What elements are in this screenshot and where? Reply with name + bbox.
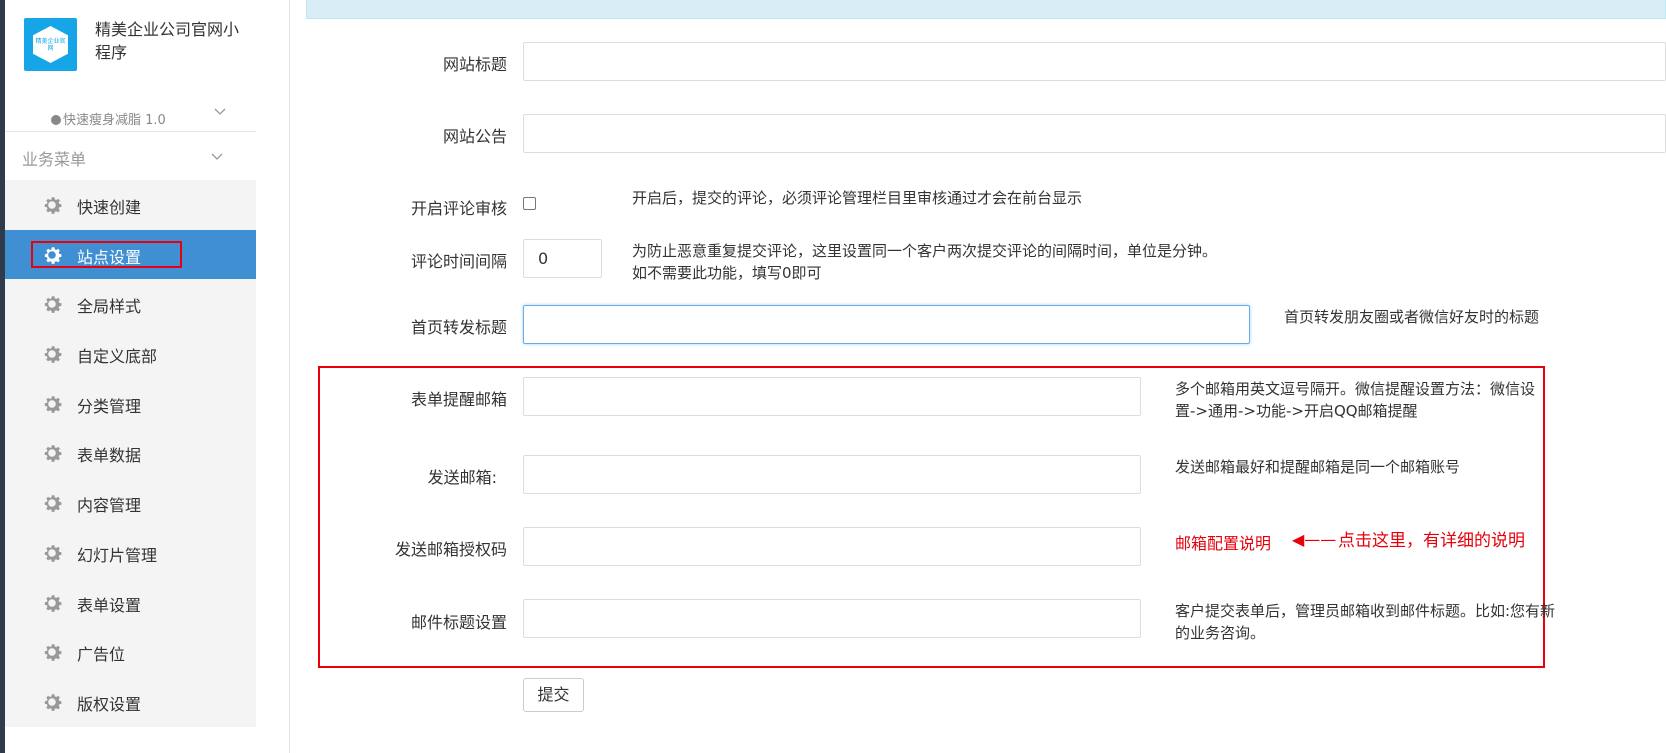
gear-icon <box>44 594 62 612</box>
sidebar-item-label: 分类管理 <box>77 396 142 416</box>
notify-email-label: 表单提醒邮箱 <box>410 390 507 409</box>
version-label: 快速瘦身减脂 1.0 <box>63 113 166 128</box>
gear-icon <box>44 495 62 513</box>
sidebar-item-content[interactable]: 内容管理 <box>5 478 256 528</box>
logo-hexagon-icon: 精美企业官网 <box>33 26 68 63</box>
comment-interval-label: 评论时间间隔 <box>410 252 507 271</box>
comment-review-checkbox[interactable] <box>523 197 536 210</box>
gear-icon <box>44 694 62 711</box>
gear-icon <box>44 346 62 363</box>
annotation-note: 点击这里，有详细的说明 <box>1338 531 1525 551</box>
comment-review-help: 开启后，提交的评论，必须评论管理栏目里审核通过才会在前台显示 <box>632 189 1083 207</box>
notify-email-input[interactable] <box>523 377 1141 416</box>
comment-interval-help-1: 为防止恶意重复提交评论，这里设置同一个客户两次提交评论的间隔时间，单位是分钟。 <box>632 242 1218 260</box>
gear-icon <box>44 396 62 413</box>
site-title-input[interactable] <box>523 42 1666 81</box>
content-divider <box>289 0 290 753</box>
gutter <box>256 0 289 753</box>
mail-subject-input[interactable] <box>523 599 1141 638</box>
auth-code-label: 发送邮箱授权码 <box>394 540 507 559</box>
sidebar-item-label: 广告位 <box>77 645 126 665</box>
sidebar-item-label: 自定义底部 <box>77 347 158 367</box>
annotation-arrow-icon: ◀—— <box>1292 530 1337 549</box>
sidebar-item-form-data[interactable]: 表单数据 <box>5 428 256 479</box>
sidebar-menu: 快速创建 站点设置 全局样式 自定义底部 分类管理 表单数据 内容管理 幻灯片管… <box>5 180 256 727</box>
share-title-label: 首页转发标题 <box>410 318 507 337</box>
sidebar-item-label: 站点设置 <box>77 247 142 267</box>
send-email-input[interactable] <box>523 455 1141 494</box>
gear-icon <box>44 445 62 463</box>
sidebar-item-site-settings[interactable]: 站点设置 <box>5 229 256 280</box>
comment-review-label: 开启评论审核 <box>410 199 507 218</box>
mail-subject-label: 邮件标题设置 <box>410 613 507 632</box>
send-email-help: 发送邮箱最好和提醒邮箱是同一个邮箱账号 <box>1175 458 1461 476</box>
send-email-label: 发送邮箱: <box>427 468 497 487</box>
sidebar-item-ads[interactable]: 广告位 <box>5 627 256 677</box>
chevron-down-icon[interactable] <box>214 108 226 116</box>
comment-interval-input[interactable]: 0 <box>523 239 602 278</box>
sidebar-item-quick-create[interactable]: 快速创建 <box>5 180 256 230</box>
sidebar-item-label: 版权设置 <box>77 694 142 714</box>
gear-icon <box>44 545 62 562</box>
site-notice-label: 网站公告 <box>442 127 507 146</box>
sidebar-item-label: 全局样式 <box>77 297 142 317</box>
notify-email-help-2: 置->通用->功能->开启QQ邮箱提醒 <box>1175 402 1418 420</box>
gear-icon <box>44 246 62 264</box>
comment-interval-help-2: 如不需要此功能，填写0即可 <box>632 264 822 282</box>
site-title-label: 网站标题 <box>442 55 507 74</box>
notify-email-help-1: 多个邮箱用英文逗号隔开。微信提醒设置方法：微信设 <box>1175 380 1536 398</box>
submit-button[interactable]: 提交 <box>523 678 584 712</box>
gear-icon <box>44 296 62 314</box>
site-notice-input[interactable] <box>523 114 1666 153</box>
menu-section-header[interactable]: 业务菜单 <box>5 132 256 180</box>
logo-text: 精美企业官网 <box>35 38 66 52</box>
app-name: 精美企业公司官网小程序 <box>95 20 240 62</box>
info-banner <box>306 0 1666 19</box>
sidebar-item-copyright[interactable]: 版权设置 <box>5 676 256 727</box>
version-selector[interactable]: 快速瘦身减脂 1.0 <box>51 109 166 128</box>
sidebar-item-label: 表单设置 <box>77 595 142 615</box>
share-title-help: 首页转发朋友圈或者微信好友时的标题 <box>1284 308 1540 326</box>
auth-code-input[interactable] <box>523 527 1141 566</box>
sidebar-item-global-style[interactable]: 全局样式 <box>5 279 256 330</box>
version-icon <box>51 115 61 125</box>
sidebar-item-categories[interactable]: 分类管理 <box>5 378 256 429</box>
gear-icon <box>44 197 62 214</box>
share-title-input[interactable] <box>523 305 1250 344</box>
sidebar-item-label: 内容管理 <box>77 496 142 516</box>
sidebar-item-custom-footer[interactable]: 自定义底部 <box>5 329 256 379</box>
sidebar-item-slides[interactable]: 幻灯片管理 <box>5 527 256 578</box>
app-logo: 精美企业官网 <box>24 18 77 71</box>
mail-subject-help-1: 客户提交表单后，管理员邮箱收到邮件标题。比如:您有新 <box>1175 602 1556 620</box>
mail-subject-help-2: 的业务咨询。 <box>1175 624 1266 642</box>
gear-icon <box>44 644 62 662</box>
sidebar-item-label: 表单数据 <box>77 446 142 466</box>
sidebar-item-label: 幻灯片管理 <box>77 545 158 565</box>
email-config-guide-link[interactable]: 邮箱配置说明 <box>1175 530 1271 554</box>
menu-section-title: 业务菜单 <box>22 150 87 169</box>
sidebar-item-label: 快速创建 <box>77 198 142 217</box>
chevron-down-icon <box>211 153 223 160</box>
sidebar-item-form-settings[interactable]: 表单设置 <box>5 577 256 628</box>
page: 精美企业官网 精美企业公司官网小程序 快速瘦身减脂 1.0 业务菜单 快速创建 … <box>0 0 1666 753</box>
